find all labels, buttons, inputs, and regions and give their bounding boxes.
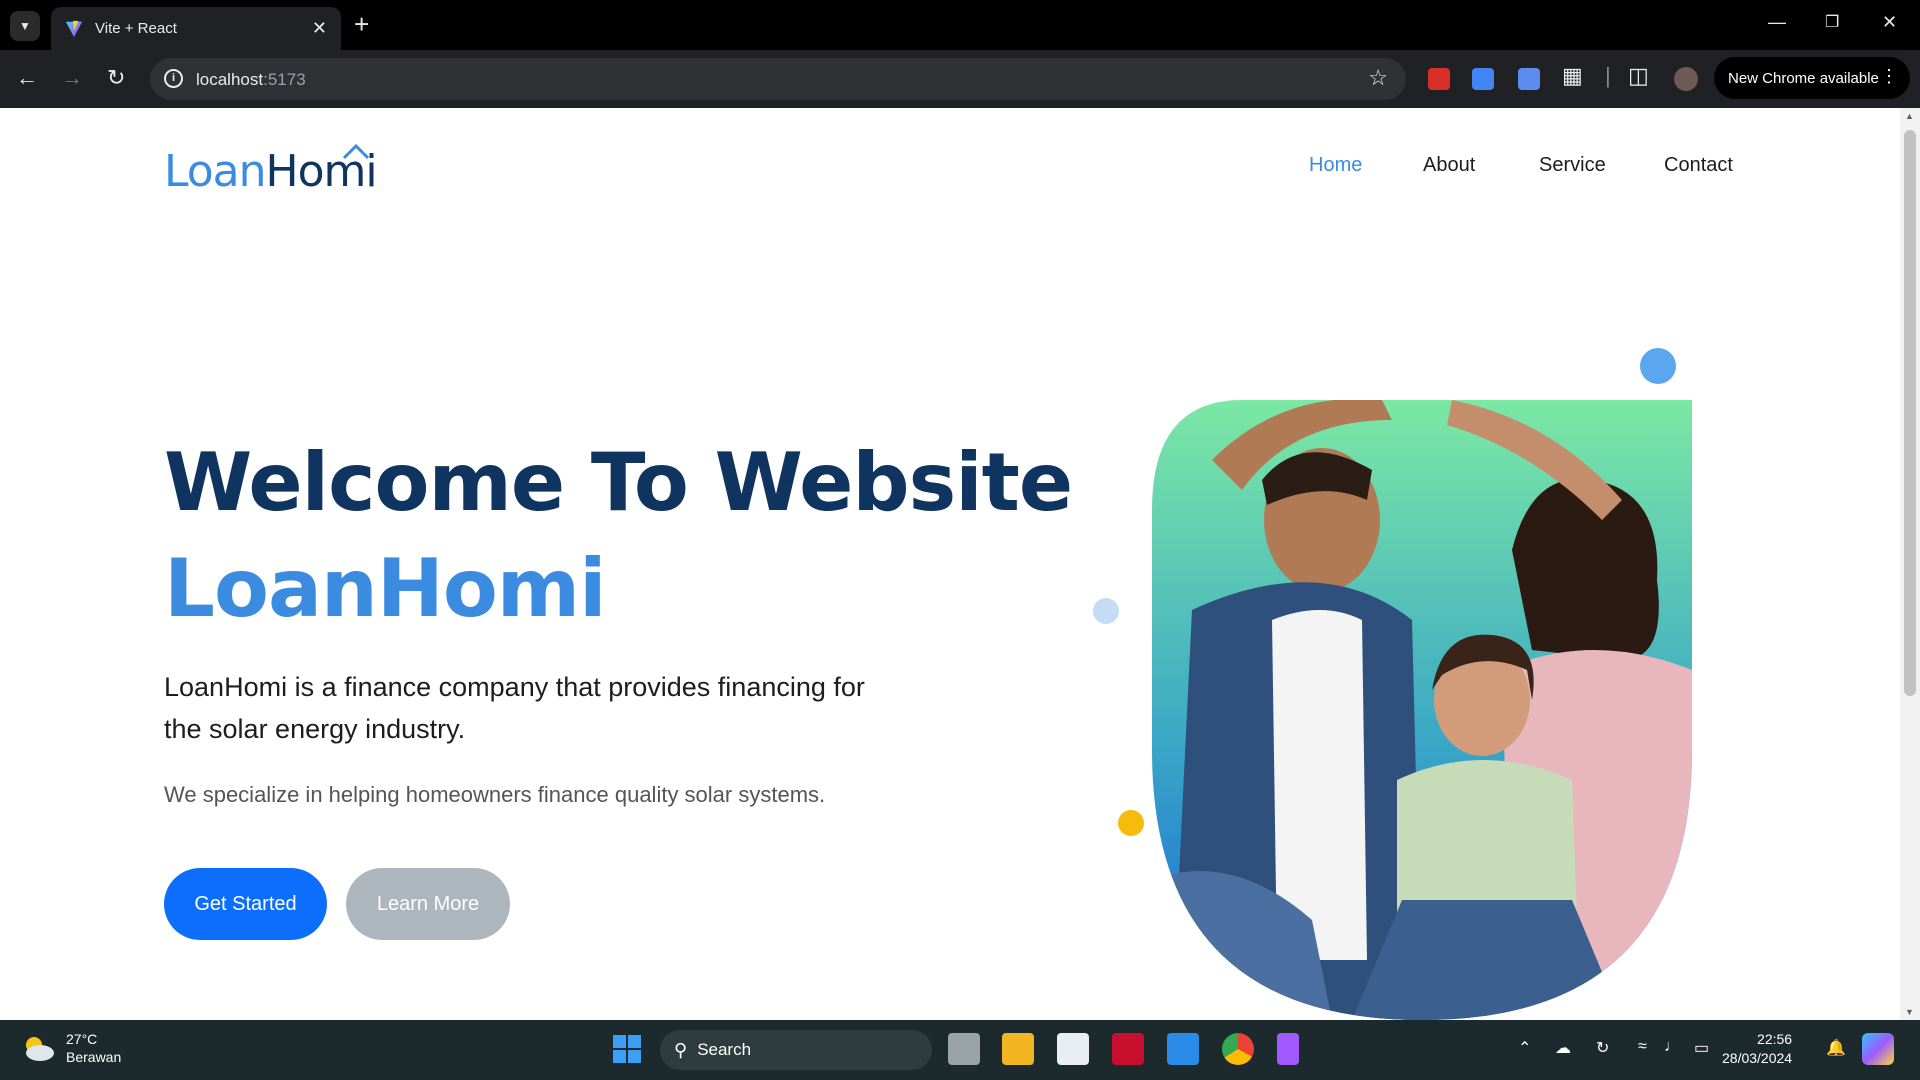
reload-icon[interactable]: ↻ bbox=[107, 64, 125, 92]
google-translate-icon[interactable] bbox=[1472, 68, 1494, 90]
decor-dot-lightblue bbox=[1093, 598, 1119, 624]
minimize-icon[interactable]: — bbox=[1768, 12, 1786, 33]
nav-about[interactable]: About bbox=[1423, 154, 1475, 177]
onedrive-icon[interactable]: ☁ bbox=[1555, 1038, 1571, 1058]
clock-time: 22:56 bbox=[1757, 1031, 1793, 1047]
sync-icon[interactable]: ↻ bbox=[1596, 1038, 1609, 1058]
update-chrome-button[interactable]: New Chrome available ⋮ bbox=[1714, 57, 1910, 99]
site-logo[interactable]: LoanHomi bbox=[164, 143, 378, 197]
mcafee-icon[interactable] bbox=[1112, 1033, 1144, 1065]
scroll-down-icon[interactable]: ▼ bbox=[1905, 1007, 1914, 1017]
new-tab-icon[interactable]: + bbox=[354, 10, 369, 38]
weather-temperature: 27°C bbox=[66, 1031, 98, 1047]
taskbar-search[interactable]: ⚲ Search bbox=[660, 1030, 932, 1070]
web-page: LoanHomi Home About Service Contact Welc… bbox=[0, 108, 1900, 1020]
notification-bell-icon[interactable]: 🔔 bbox=[1826, 1038, 1846, 1058]
restore-icon[interactable]: ❐ bbox=[1825, 12, 1839, 32]
extensions-puzzle-icon[interactable]: ▦ bbox=[1562, 62, 1583, 90]
clock-date: 28/03/2024 bbox=[1722, 1050, 1793, 1066]
url-text: localhost:5173 bbox=[196, 70, 306, 89]
hero-title: Welcome To Website bbox=[164, 436, 1073, 529]
tab-search-button[interactable]: ▼ bbox=[10, 11, 40, 41]
nav-contact[interactable]: Contact bbox=[1664, 154, 1733, 177]
weather-widget[interactable]: 27°C Berawan bbox=[20, 1030, 121, 1066]
vite-favicon-icon bbox=[65, 20, 83, 37]
figma-icon[interactable] bbox=[1277, 1033, 1299, 1065]
weather-condition: Berawan bbox=[66, 1049, 122, 1065]
decor-dot-blue bbox=[1640, 348, 1676, 384]
chrome-icon[interactable] bbox=[1222, 1033, 1254, 1065]
forward-icon[interactable]: → bbox=[61, 64, 83, 92]
nav-service[interactable]: Service bbox=[1539, 154, 1606, 177]
scrollbar-thumb[interactable] bbox=[1904, 130, 1916, 696]
task-view-icon[interactable] bbox=[948, 1033, 980, 1065]
copilot-icon[interactable] bbox=[1862, 1033, 1894, 1065]
file-explorer-icon[interactable] bbox=[1002, 1033, 1034, 1065]
search-icon: ⚲ bbox=[674, 1039, 688, 1060]
roof-icon bbox=[342, 143, 370, 160]
volume-icon[interactable]: ♩ bbox=[1664, 1038, 1680, 1056]
cloudy-weather-icon bbox=[26, 1037, 54, 1061]
side-panel-icon[interactable]: ◫ bbox=[1628, 62, 1649, 90]
get-started-button[interactable]: Get Started bbox=[164, 868, 327, 940]
hero-brand: LoanHomi bbox=[164, 542, 607, 635]
browser-tab[interactable]: Vite + React ✕ bbox=[51, 7, 341, 50]
more-menu-icon[interactable]: ⋮ bbox=[1880, 66, 1898, 87]
taskbar-clock[interactable]: 22:56 28/03/2024 bbox=[1722, 1030, 1792, 1068]
learn-more-button[interactable]: Learn More bbox=[346, 868, 510, 940]
extension-files-icon[interactable] bbox=[1518, 68, 1540, 90]
page-scrollbar[interactable]: ▲ ▼ bbox=[1900, 108, 1920, 1020]
profile-avatar[interactable] bbox=[1674, 67, 1698, 91]
address-bar[interactable]: i localhost:5173 ☆ bbox=[150, 58, 1406, 100]
hero-subtext: We specialize in helping homeowners fina… bbox=[164, 782, 826, 807]
bookmark-star-icon[interactable]: ☆ bbox=[1368, 65, 1388, 91]
family-photo bbox=[1152, 400, 1692, 1020]
tab-title: Vite + React bbox=[95, 20, 177, 37]
tab-close-icon[interactable]: ✕ bbox=[312, 18, 327, 39]
extension-red-icon[interactable] bbox=[1428, 68, 1450, 90]
window-close-icon[interactable]: ✕ bbox=[1882, 12, 1897, 33]
site-info-icon[interactable]: i bbox=[164, 69, 183, 88]
nav-home[interactable]: Home bbox=[1309, 154, 1362, 177]
toolbar-divider: | bbox=[1605, 63, 1611, 88]
taskbar-search-label: Search bbox=[697, 1040, 752, 1059]
vscode-icon[interactable] bbox=[1167, 1033, 1199, 1065]
hero-description: LoanHomi is a finance company that provi… bbox=[164, 672, 865, 744]
update-chrome-label: New Chrome available bbox=[1728, 69, 1879, 87]
browser-tab-strip: ▼ Vite + React ✕ + — ❐ ✕ bbox=[0, 0, 1920, 50]
wifi-icon[interactable]: ≈ bbox=[1638, 1038, 1647, 1056]
microsoft-store-icon[interactable] bbox=[1057, 1033, 1089, 1065]
battery-icon[interactable]: ▭ bbox=[1694, 1038, 1709, 1058]
browser-toolbar: ← → ↻ i localhost:5173 ☆ ▦ | ◫ New Chrom… bbox=[0, 50, 1920, 108]
back-icon[interactable]: ← bbox=[16, 64, 38, 92]
tray-chevron-up-icon[interactable]: ⌃ bbox=[1518, 1038, 1531, 1058]
scroll-up-icon[interactable]: ▲ bbox=[1905, 111, 1914, 121]
decor-dot-yellow bbox=[1118, 810, 1144, 836]
chevron-down-icon: ▼ bbox=[19, 19, 31, 33]
windows-taskbar: 27°C Berawan ⚲ Search ⌃ ☁ ↻ ≈ ♩ ▭ 22:56 … bbox=[0, 1020, 1920, 1080]
windows-start-icon[interactable] bbox=[612, 1034, 642, 1064]
